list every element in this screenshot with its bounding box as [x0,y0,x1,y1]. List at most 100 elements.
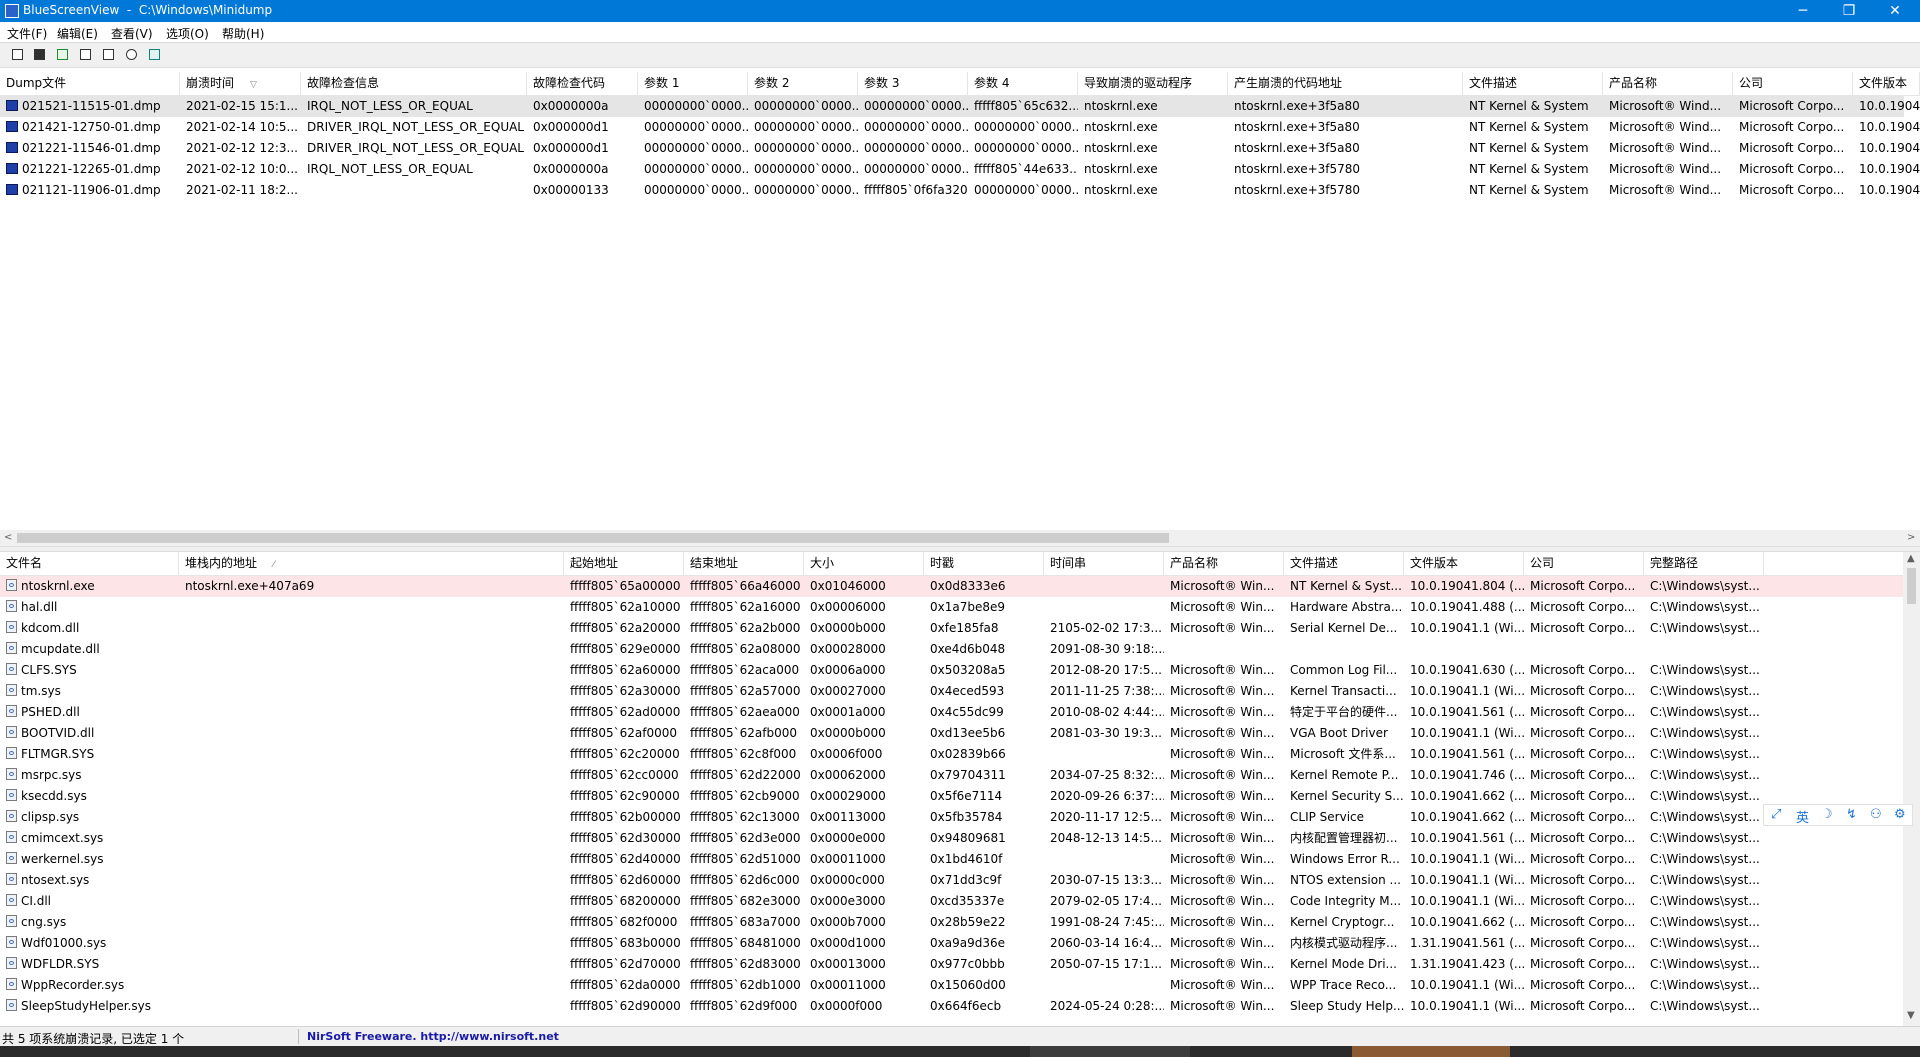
table-row[interactable]: cmimcext.sys fffff805`62d30000 fffff805`62… [0,828,1904,849]
table-row[interactable]: Wdf01000.sys fffff805`683b0000 fffff805`68… [0,933,1904,954]
column-header-bugcheck-code[interactable]: 故障检查代码 [527,72,638,95]
scroll-right-icon[interactable]: > [1907,532,1915,543]
column-header-param-1[interactable]: 参数 1 [638,72,748,95]
column-header-bugcheck-string[interactable]: 故障检查信息 [301,72,527,95]
table-row[interactable]: 021121-11906-01.dmp 2021-02-11 18:2... 0x0… [0,180,1920,201]
cell-text: 0x0000e000 [810,831,886,845]
column-header-start-address[interactable]: 起始地址 [564,552,684,575]
product-name-cell: Microsoft® Win... [1164,597,1284,618]
taskbar-item[interactable] [1030,1046,1190,1057]
vertical-scrollbar[interactable]: ▲ ▼ [1903,552,1920,1026]
column-header-file-description[interactable]: 文件描述 [1463,72,1603,95]
column-header-stack-address[interactable]: 堆栈内的地址 ⁄ [179,552,564,575]
stack-address-cell [179,891,564,912]
table-row[interactable]: PSHED.dll fffff805`62ad0000 fffff805`62aea… [0,702,1904,723]
column-header-file-version[interactable]: 文件版本 [1853,72,1920,95]
table-row[interactable]: mcupdate.dll fffff805`629e0000 fffff805`62… [0,639,1904,660]
column-header-file-version[interactable]: 文件版本 [1404,552,1524,575]
scroll-up-icon[interactable]: ▲ [1907,553,1915,564]
table-row[interactable]: 021421-12750-01.dmp 2021-02-14 10:5... DRI… [0,117,1920,138]
ime-user-icon[interactable]: ⚇ [1870,807,1882,822]
cell-text: NT Kernel & System [1469,99,1589,113]
horizontal-scroll-thumb[interactable] [17,533,1169,543]
column-header-param-4[interactable]: 参数 4 [968,72,1078,95]
column-header-caused-by-driver[interactable]: 导致崩溃的驱动程序 [1078,72,1228,95]
table-row[interactable]: CI.dll fffff805`68200000 fffff805`682e3000… [0,891,1904,912]
menu-view[interactable]: 查看(V) [111,25,153,42]
taskbar-active-item[interactable] [1352,1046,1510,1057]
time-string-cell [1044,576,1164,597]
column-header-param-2[interactable]: 参数 2 [748,72,858,95]
table-row[interactable]: ksecdd.sys fffff805`62c90000 fffff805`62cb… [0,786,1904,807]
column-header-label: 文件版本 [1859,76,1908,90]
table-row[interactable]: CLFS.SYS fffff805`62a60000 fffff805`62aca0… [0,660,1904,681]
cell-text: 0x00113000 [810,810,886,824]
table-row[interactable]: FLTMGR.SYS fffff805`62c20000 fffff805`62c8… [0,744,1904,765]
column-header-end-address[interactable]: 结束地址 [684,552,804,575]
copy-icon[interactable] [78,47,94,63]
column-header-company[interactable]: 公司 [1524,552,1644,575]
filename-cell: cng.sys [0,912,179,933]
column-header-caused-by-address[interactable]: 产生崩溃的代码地址 [1228,72,1463,95]
properties-icon[interactable] [10,47,26,63]
column-header-param-3[interactable]: 参数 3 [858,72,968,95]
menu-help[interactable]: 帮助(H) [222,25,264,42]
cell-text: NT Kernel & System [1469,183,1589,197]
cell-text: fffff805`62aea000 [690,705,800,719]
close-button[interactable]: ✕ [1872,0,1918,22]
filename-cell: ntoskrnl.exe [0,576,179,597]
ime-expand-icon[interactable]: ⤢ [1771,807,1781,822]
table-row[interactable]: werkernel.sys fffff805`62d40000 fffff805`6… [0,849,1904,870]
table-row[interactable]: 021221-12265-01.dmp 2021-02-12 10:0... IRQ… [0,159,1920,180]
scroll-down-icon[interactable]: ▼ [1907,1010,1915,1021]
exit-icon[interactable] [147,47,163,63]
find-icon[interactable] [124,47,140,63]
table-row[interactable]: 021521-11515-01.dmp 2021-02-15 15:1... IRQ… [0,96,1920,117]
full-path-cell: C:\Windows\syst... [1644,912,1764,933]
column-header-timestamp[interactable]: 时戳 [924,552,1044,575]
table-row[interactable]: msrpc.sys fffff805`62cc0000 fffff805`62d22… [0,765,1904,786]
column-header-size[interactable]: 大小 [804,552,924,575]
ime-moon-icon[interactable]: ☽ [1821,807,1833,822]
table-row[interactable]: ntoskrnl.exe ntoskrnl.exe+407a69 fffff805`… [0,576,1904,597]
stack-address-cell [179,912,564,933]
table-row[interactable]: WppRecorder.sys fffff805`62da0000 fffff805… [0,975,1904,996]
table-row[interactable]: clipsp.sys fffff805`62b00000 fffff805`62c1… [0,807,1904,828]
cell-text: ntoskrnl.exe [1084,183,1158,197]
ime-punctuation-icon[interactable]: ↯ [1846,807,1857,822]
cell-text: C:\Windows\syst... [1650,789,1760,803]
column-header-filename[interactable]: 文件名 [0,552,179,575]
scroll-left-icon[interactable]: < [4,532,12,543]
table-row[interactable]: kdcom.dll fffff805`62a20000 fffff805`62a2b… [0,618,1904,639]
table-row[interactable]: SleepStudyHelper.sys fffff805`62d90000 fff… [0,996,1904,1017]
column-header-dump-file[interactable]: Dump文件 [0,72,180,95]
minimize-button[interactable]: ─ [1780,0,1826,22]
column-header-time-string[interactable]: 时间串 [1044,552,1164,575]
column-header-file-description[interactable]: 文件描述 [1284,552,1404,575]
menu-edit[interactable]: 编辑(E) [57,25,98,42]
cell-text: VGA Boot Driver [1290,726,1388,740]
table-row[interactable]: tm.sys fffff805`62a30000 fffff805`62a57000… [0,681,1904,702]
column-header-full-path[interactable]: 完整路径 [1644,552,1764,575]
save-icon[interactable] [32,47,48,63]
vertical-scroll-thumb[interactable] [1907,568,1916,604]
column-header-crash-time[interactable]: 崩溃时间 ▽ [180,72,301,95]
table-row[interactable]: 021221-11546-01.dmp 2021-02-12 12:3... DRI… [0,138,1920,159]
table-row[interactable]: cng.sys fffff805`682f0000 fffff805`683a700… [0,912,1904,933]
table-row[interactable]: ntosext.sys fffff805`62d60000 fffff805`62d… [0,870,1904,891]
column-header-product-name[interactable]: 产品名称 [1164,552,1284,575]
restore-button[interactable]: ❐ [1826,0,1872,22]
horizontal-scrollbar[interactable]: < > [0,530,1920,546]
table-row[interactable]: WDFLDR.SYS fffff805`62d70000 fffff805`62d8… [0,954,1904,975]
column-header-product-name[interactable]: 产品名称 [1603,72,1733,95]
menu-file[interactable]: 文件(F) [7,25,47,42]
table-row[interactable]: BOOTVID.dll fffff805`62af0000 fffff805`62a… [0,723,1904,744]
table-row[interactable]: hal.dll fffff805`62a10000 fffff805`62a1600… [0,597,1904,618]
menu-options[interactable]: 选项(O) [166,25,209,42]
ime-settings-icon[interactable]: ⚙ [1894,807,1906,822]
options-icon[interactable] [101,47,117,63]
nirsoft-link[interactable]: NirSoft Freeware. http://www.nirsoft.net [307,1030,559,1043]
ime-language-toggle[interactable]: 英 [1796,807,1809,826]
column-header-company[interactable]: 公司 [1733,72,1853,95]
refresh-icon[interactable] [55,47,71,63]
